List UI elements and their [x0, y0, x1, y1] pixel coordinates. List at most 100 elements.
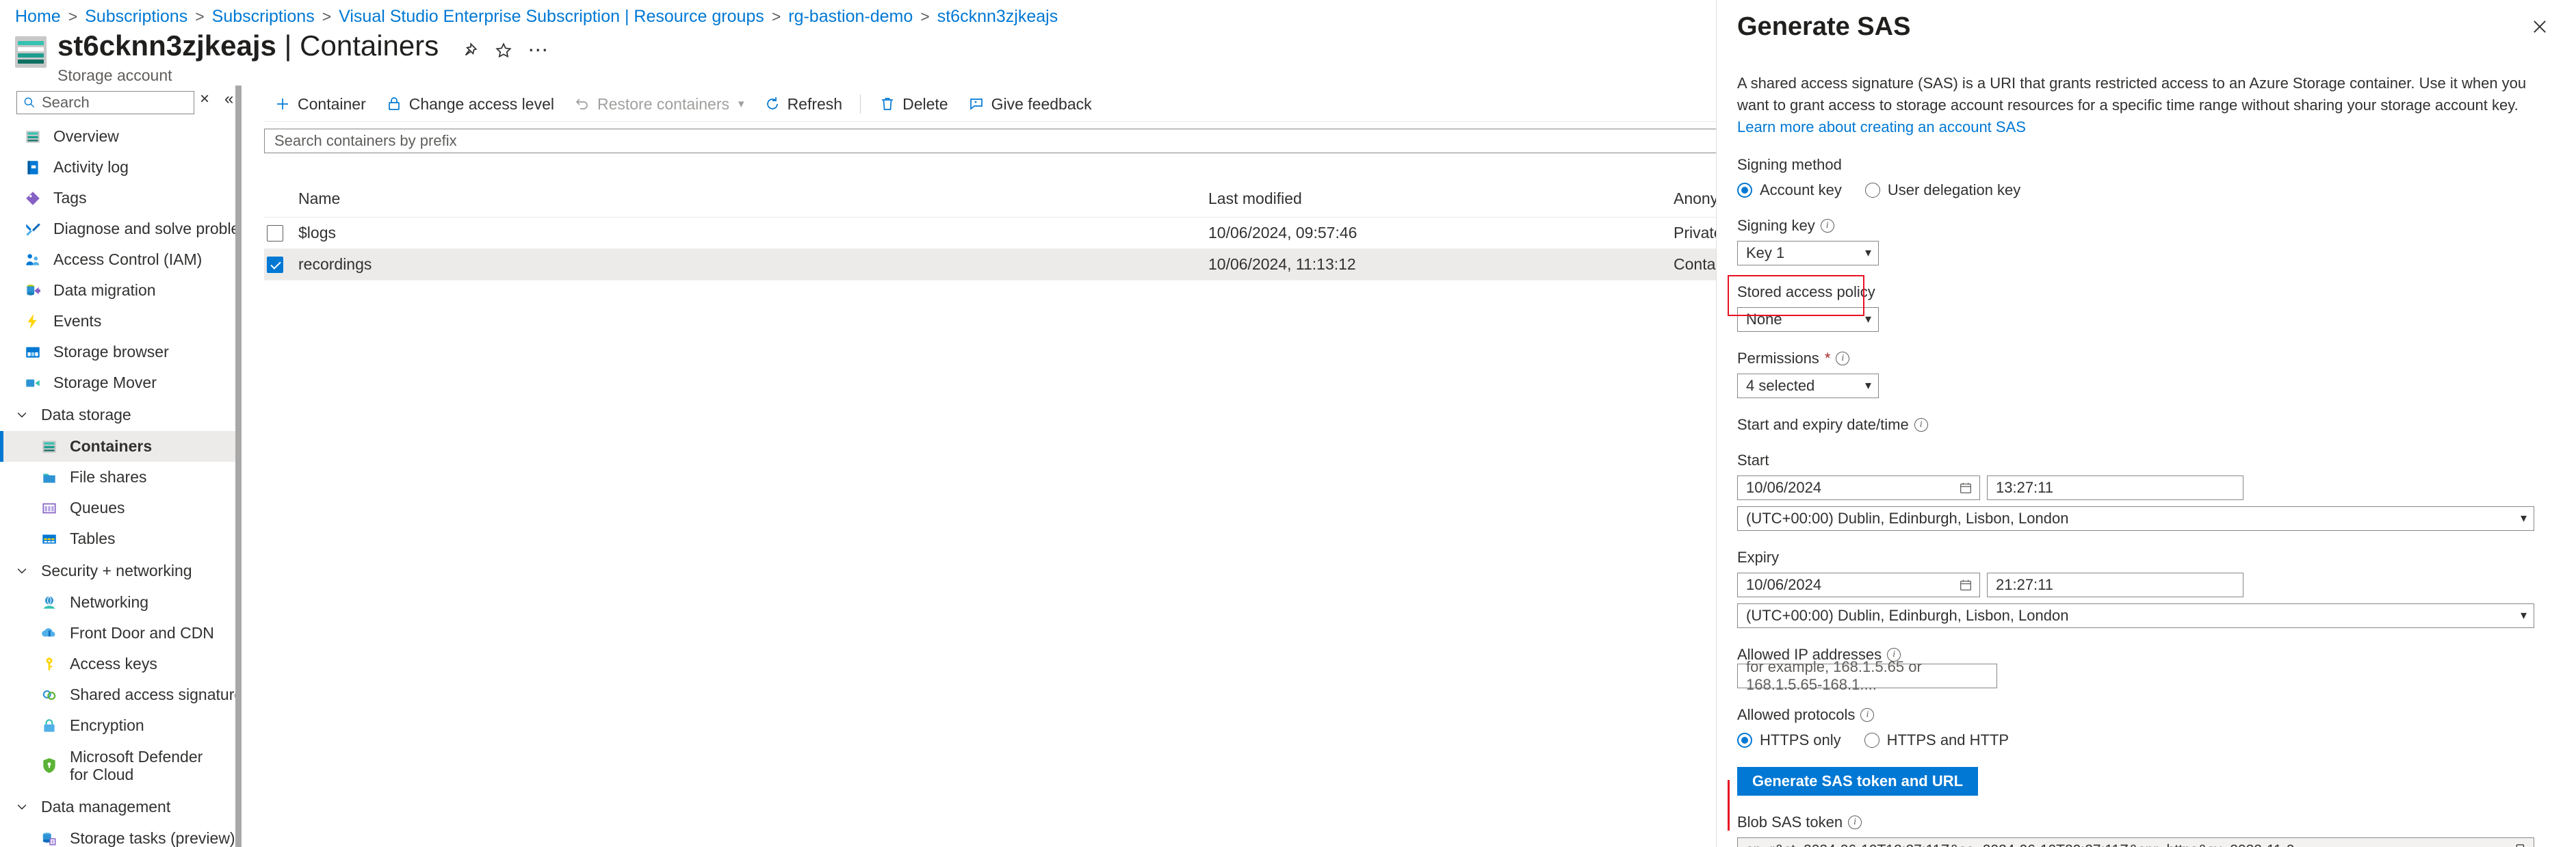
sidebar-item-label: Access keys	[70, 655, 157, 673]
give-feedback-button[interactable]: Give feedback	[958, 89, 1102, 119]
radio-https-only[interactable]: HTTPS only	[1737, 731, 1841, 749]
expiry-date-value: 10/06/2024	[1746, 575, 1822, 593]
cell-name[interactable]: recordings	[298, 255, 1208, 274]
restore-containers-button: Restore containers ▾	[564, 89, 754, 119]
label-text: Signing method	[1737, 155, 1842, 173]
info-icon[interactable]: i	[1860, 707, 1875, 722]
add-container-button[interactable]: Container	[264, 89, 376, 119]
activity-log-icon	[23, 158, 42, 177]
radio-user-delegation-key[interactable]: User delegation key	[1864, 181, 2020, 199]
allowed-ip-input[interactable]: for example, 168.1.5.65 or 168.1.5.65-16…	[1737, 658, 1997, 693]
expiry-timezone-select[interactable]: (UTC+00:00) Dublin, Edinburgh, Lisbon, L…	[1737, 603, 2534, 628]
breadcrumb: Home > Subscriptions > Subscriptions > V…	[15, 7, 1058, 27]
plus-icon	[274, 95, 291, 113]
breadcrumb-item-subscriptions-2[interactable]: Subscriptions	[212, 7, 315, 27]
sidebar-item-microsoft-defender-for-cloud[interactable]: Microsoft Defender for Cloud	[0, 741, 241, 790]
info-icon[interactable]: i	[1820, 218, 1834, 233]
clear-search-icon[interactable]: ×	[200, 90, 209, 109]
copy-icon[interactable]	[2510, 842, 2528, 847]
refresh-button[interactable]: Refresh	[754, 89, 853, 119]
cell-name[interactable]: $logs	[298, 224, 1208, 242]
generate-sas-token-button[interactable]: Generate SAS token and URL	[1737, 766, 1979, 796]
sas-panel-title: Generate SAS	[1737, 12, 1911, 41]
sidebar-item-tags[interactable]: Tags	[0, 183, 241, 213]
breadcrumb-item-home[interactable]: Home	[15, 7, 61, 27]
collapse-sidebar-icon[interactable]: «	[224, 90, 233, 109]
info-icon[interactable]: i	[1848, 815, 1862, 829]
sidebar-item-queues[interactable]: Queues	[0, 493, 241, 523]
prefix-search-input[interactable]	[273, 131, 1829, 151]
radio-account-key[interactable]: Account key	[1737, 181, 1842, 199]
column-header-last-modified[interactable]: Last modified	[1208, 190, 1674, 208]
trash-icon	[879, 95, 896, 113]
sidebar-item-shared-access-signature[interactable]: Shared access signature	[0, 679, 241, 710]
sidebar-item-encryption[interactable]: Encryption	[0, 710, 241, 741]
breadcrumb-item-storage-account[interactable]: st6cknn3zjkeajs	[937, 7, 1058, 27]
sidebar-item-networking[interactable]: Networking	[0, 587, 241, 618]
allowed-protocols-radio-group: HTTPS only HTTPS and HTTP	[1737, 731, 2555, 749]
column-header-name[interactable]: Name	[298, 190, 1208, 208]
radio-https-and-http[interactable]: HTTPS and HTTP	[1864, 731, 2009, 749]
sidebar-item-label: Tags	[53, 189, 87, 207]
breadcrumb-item-subscriptions-1[interactable]: Subscriptions	[85, 7, 187, 27]
row-checkbox[interactable]	[267, 256, 283, 273]
sidebar-item-file-shares[interactable]: File shares	[0, 462, 241, 493]
command-bar: Container Change access level Restore co…	[264, 89, 1102, 119]
radio-dot	[1864, 182, 1880, 198]
close-icon[interactable]	[2528, 15, 2551, 38]
access-keys-icon	[40, 655, 59, 674]
sidebar-group-data-management[interactable]: Data management	[0, 790, 241, 823]
info-icon[interactable]: i	[1836, 351, 1850, 365]
delete-button[interactable]: Delete	[869, 89, 957, 119]
sidebar-item-diagnose-and-solve-problems[interactable]: Diagnose and solve problems	[0, 213, 241, 244]
command-label: Delete	[902, 94, 948, 113]
change-access-level-button[interactable]: Change access level	[376, 89, 564, 119]
info-icon[interactable]: i	[1914, 417, 1928, 432]
sidebar-item-containers[interactable]: Containers	[0, 431, 241, 462]
sidebar-scrollbar-thumb[interactable]	[235, 86, 242, 847]
start-time-input[interactable]: 13:27:11	[1987, 475, 2243, 500]
sidebar-search[interactable]	[16, 91, 194, 114]
learn-more-link[interactable]: Learn more about creating an account SAS	[1737, 118, 2026, 135]
command-label: Refresh	[787, 94, 843, 113]
calendar-icon[interactable]	[1957, 577, 1974, 593]
sidebar-item-access-control[interactable]: Access Control (IAM)	[0, 244, 241, 275]
breadcrumb-item-subscription-resource-groups[interactable]: Visual Studio Enterprise Subscription | …	[339, 7, 764, 27]
sidebar-item-storage-mover[interactable]: Storage Mover	[0, 367, 241, 398]
sidebar-item-data-migration[interactable]: Data migration	[0, 275, 241, 306]
sidebar-item-front-door-and-cdn[interactable]: Front Door and CDN	[0, 618, 241, 649]
expiry-date-input[interactable]: 10/06/2024	[1737, 572, 1980, 597]
row-checkbox-cell	[264, 256, 298, 273]
sidebar-item-storage-tasks-preview[interactable]: Storage tasks (preview)	[0, 823, 241, 847]
blob-sas-token-field[interactable]: sp=r&st=2024-06-10T12:27:11Z&se=2024-06-…	[1737, 837, 2534, 847]
sidebar-item-storage-browser[interactable]: Storage browser	[0, 337, 241, 367]
permissions-select[interactable]: 4 selected ▾	[1737, 373, 1879, 398]
sidebar-group-security-networking[interactable]: Security + networking	[0, 554, 241, 587]
label-text: Start and expiry date/time	[1737, 415, 1909, 433]
sidebar-item-label: Storage browser	[53, 343, 169, 361]
sidebar-scrollbar[interactable]	[235, 86, 242, 847]
label-text: Stored access policy	[1737, 283, 1875, 300]
sas-description: A shared access signature (SAS) is a URI…	[1737, 73, 2534, 138]
expiry-time-input[interactable]: 21:27:11	[1987, 572, 2243, 597]
container-prefix-search[interactable]	[264, 129, 1830, 153]
sidebar-group-data-storage[interactable]: Data storage	[0, 398, 241, 431]
sidebar-item-events[interactable]: Events	[0, 306, 241, 337]
ellipsis-icon[interactable]: ⋯	[528, 40, 549, 61]
sidebar-item-activity-log[interactable]: Activity log	[0, 152, 241, 183]
sidebar-item-label: Containers	[70, 437, 153, 455]
row-checkbox[interactable]	[267, 224, 283, 242]
pin-icon[interactable]	[459, 40, 480, 61]
stored-access-policy-select[interactable]: None ▾	[1737, 307, 1879, 332]
breadcrumb-item-resource-group[interactable]: rg-bastion-demo	[788, 7, 913, 27]
star-icon[interactable]	[493, 40, 514, 61]
calendar-icon[interactable]	[1957, 480, 1974, 496]
sidebar-item-access-keys[interactable]: Access keys	[0, 649, 241, 679]
sas-panel-body: A shared access signature (SAS) is a URI…	[1717, 73, 2576, 847]
sidebar-item-overview[interactable]: Overview	[0, 121, 241, 152]
start-date-input[interactable]: 10/06/2024	[1737, 475, 1980, 500]
sidebar-item-tables[interactable]: Tables	[0, 523, 241, 554]
search-input[interactable]	[40, 93, 184, 112]
signing-key-select[interactable]: Key 1 ▾	[1737, 240, 1879, 265]
start-timezone-select[interactable]: (UTC+00:00) Dublin, Edinburgh, Lisbon, L…	[1737, 506, 2534, 531]
